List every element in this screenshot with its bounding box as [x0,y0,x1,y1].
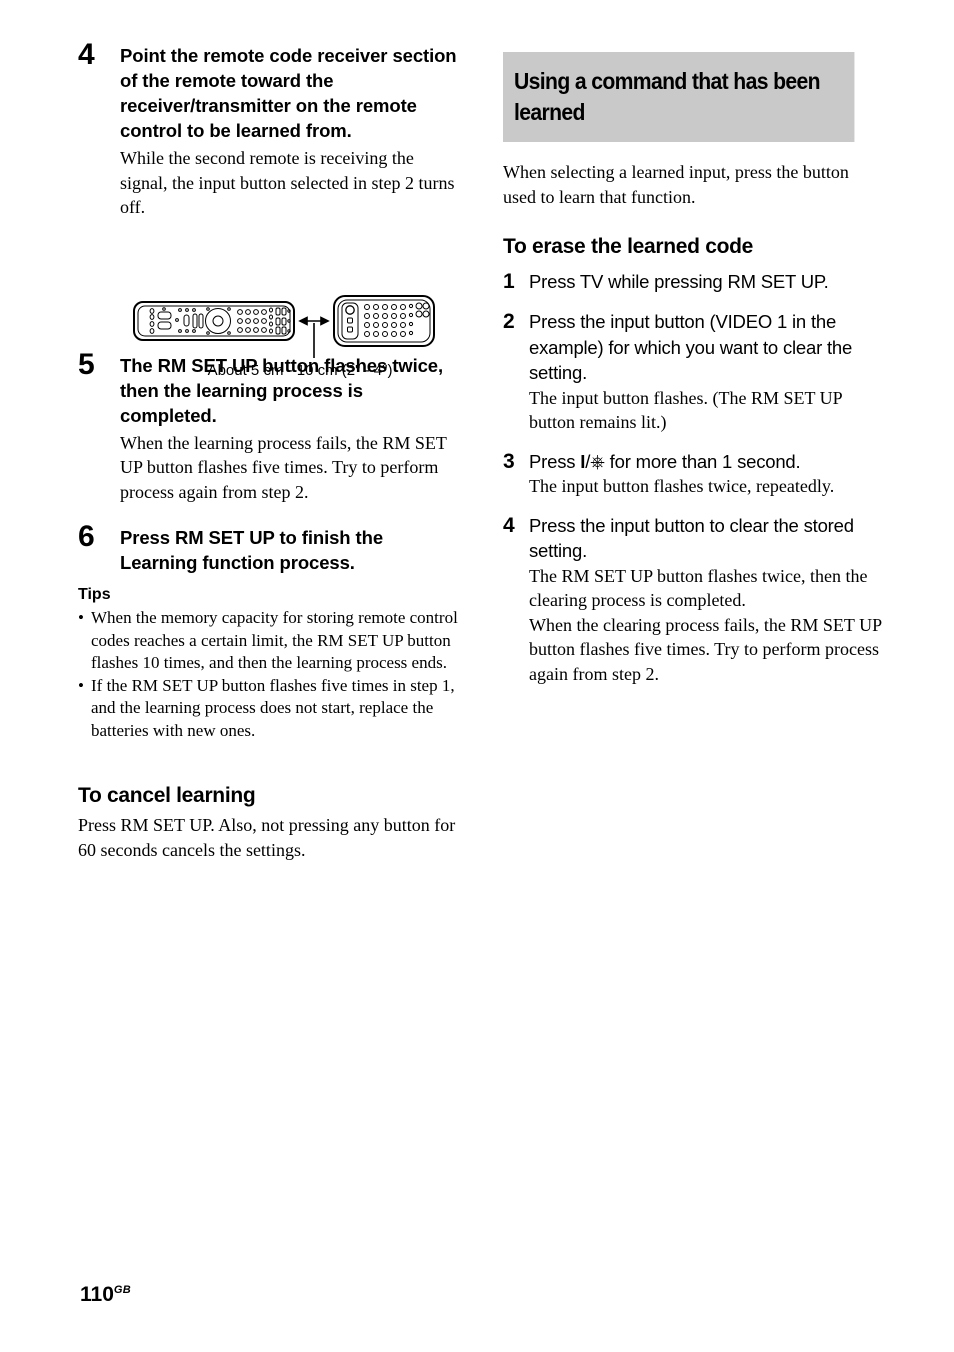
section-band-heading: Using a command that has been learned [503,52,855,142]
cancel-learning-section: To cancel learning Press RM SET UP. Also… [78,782,460,862]
left-column: 4 Point the remote code receiver section… [78,40,460,862]
power-standby-icon: I/⎈ [580,450,605,472]
erase-step-2: 2 Press the input button (VIDEO 1 in the… [503,309,885,435]
page-footer: 110GB [80,1278,131,1307]
step-number: 3 [503,449,515,473]
step-title-prefix: Press [529,450,581,472]
step-title: Point the remote code receiver section o… [120,45,457,141]
step-title: Press the input button (VIDEO 1 in the e… [529,311,853,383]
tip-text: If the RM SET UP button flashes five tim… [91,675,455,740]
step-number: 5 [78,347,95,381]
step-title: Press RM SET UP to finish the Learning f… [120,527,384,573]
bullet-glyph: • [78,675,84,695]
step-note: When the learning process fails, the RM … [120,432,447,502]
step-number: 2 [503,310,515,333]
step-content: Press TV while pressing RM SET UP. [529,269,885,295]
step-content: Press the input button to clear the stor… [529,513,885,687]
tips-section: Tips • When the memory capacity for stor… [78,585,460,742]
erase-step-3: 3 Press I/⎈ for more than 1 second. The … [503,449,885,499]
erase-step-1: 1 Press TV while pressing RM SET UP. [503,269,885,295]
step-title-suffix: for more than 1 second. [604,450,801,472]
section-intro: When selecting a learned input, press th… [503,162,849,207]
step-note: The RM SET UP button flashes twice, then… [529,565,868,611]
step-title: Press the input button to clear the stor… [529,514,854,562]
section-body: Press RM SET UP. Also, not pressing any … [78,815,456,860]
erase-section-heading: To erase the learned code [503,235,754,258]
bullet-glyph: • [78,608,84,627]
page-number: 110 [80,1283,114,1306]
learning-remote-body [133,301,295,341]
document-page: 4 Point the remote code receiver section… [0,0,954,1352]
step-number: 4 [503,513,515,537]
step-note: While the second remote is receiving the… [120,148,455,217]
diagram-caption: About 5 cm - 10 cm (2" - 4") [207,362,393,379]
step-note: The input button flashes twice, repeated… [529,476,835,496]
step-content: Press the input button (VIDEO 1 in the e… [529,309,885,435]
step-number: 1 [503,270,515,293]
step-note: When the clearing process fails, the RM … [529,614,882,684]
step-6: 6 Press RM SET UP to finish the Learning… [78,522,460,575]
right-column: Using a command that has been learned Wh… [503,52,885,700]
step-4: 4 Point the remote code receiver section… [78,40,460,220]
step-content: Press RM SET UP to finish the Learning f… [120,522,460,575]
tip-item: • When the memory capacity for storing r… [78,607,460,675]
step-title: Press TV while pressing RM SET UP. [529,271,829,292]
step-number: 4 [78,38,95,71]
tip-item: • If the RM SET UP button flashes five t… [78,675,460,743]
page-region-code: GB [113,1284,131,1296]
step-content: Press I/⎈ for more than 1 second. The in… [529,449,885,499]
erase-step-4: 4 Press the input button to clear the st… [503,513,885,687]
tip-text: When the memory capacity for storing rem… [91,608,458,672]
step-title: Press I/⎈ for more than 1 second. [529,449,885,475]
step-number: 6 [78,520,95,553]
step-content: Point the remote code receiver section o… [120,40,460,220]
section-heading: To cancel learning [78,784,256,807]
step-note: The input button flashes. (The RM SET UP… [529,387,842,433]
tips-title: Tips [78,586,111,603]
